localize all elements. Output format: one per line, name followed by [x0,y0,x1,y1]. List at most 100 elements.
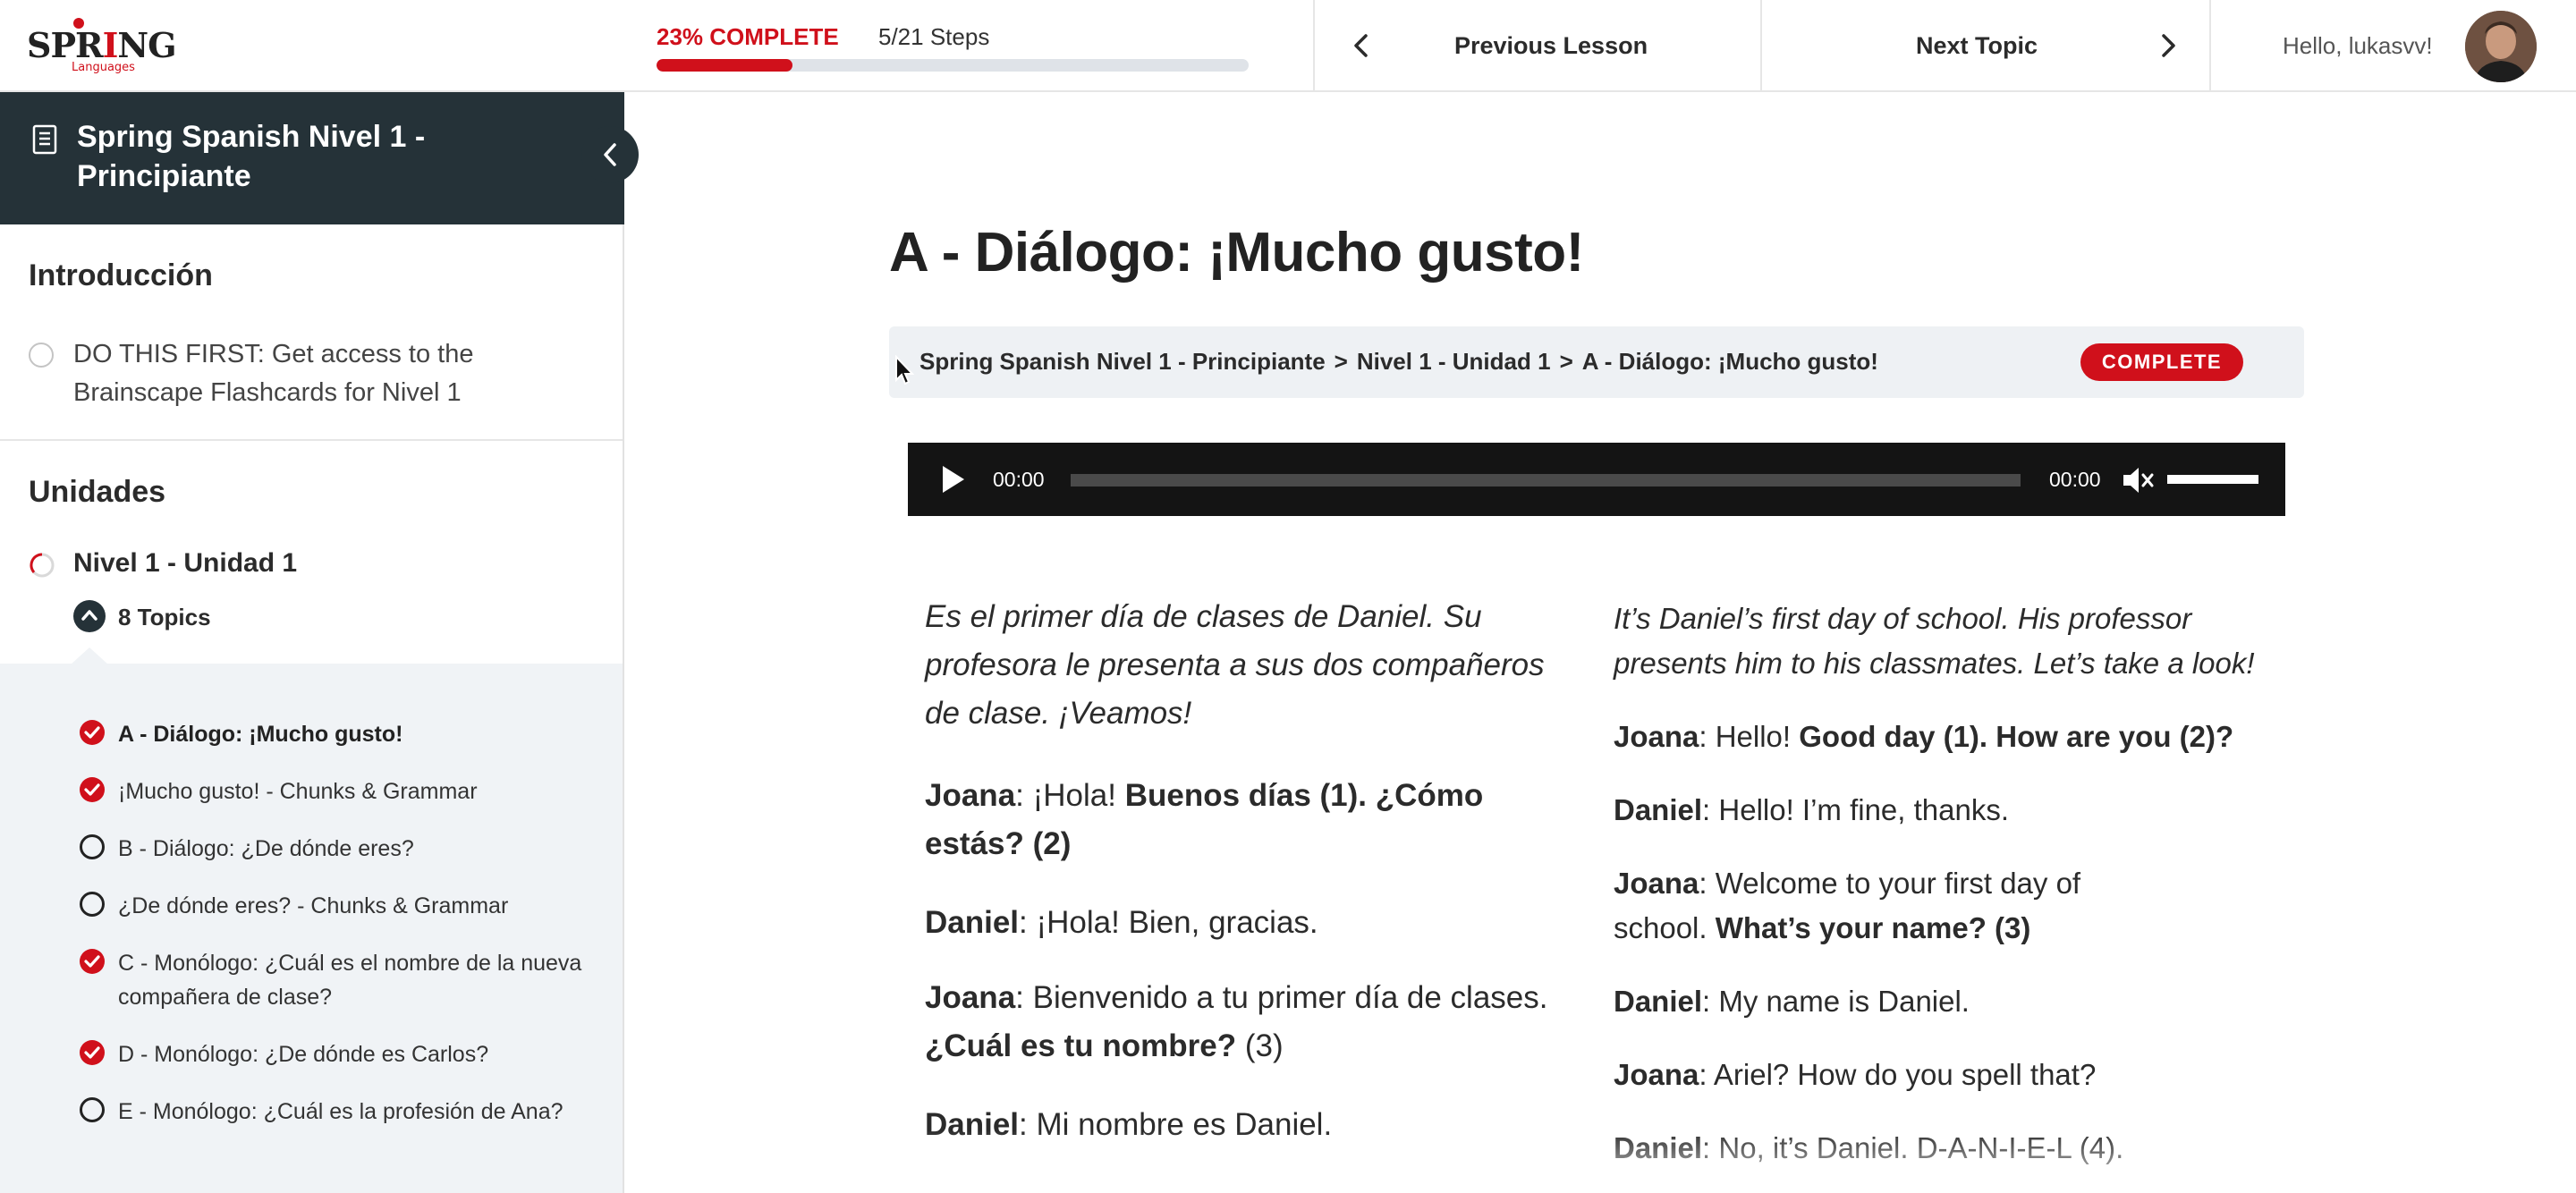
check-circle-icon [80,1040,105,1065]
line-highlight: ¿Cuál es tu nombre? [925,1028,1237,1063]
topics-count: 8 Topics [118,604,211,630]
topic-label: B - Diálogo: ¿De dónde eres? [118,836,414,861]
line-text: : ¡Hola! Bien, gracias. [1019,905,1318,940]
current-time: 00:00 [993,468,1045,491]
spring-languages-logo[interactable]: SPRING Languages [27,14,177,77]
progress-percent-label: 23% COMPLETE [657,23,839,50]
speaker-name: Daniel [925,905,1020,940]
english-line: Daniel: Hello! I’m fine, thanks. [1614,788,2009,833]
line-text: : Mi nombre es Daniel. [1019,1107,1333,1142]
top-bar: SPRING Languages 23% COMPLETE 5/21 Steps… [0,0,2576,92]
chevron-left-icon [1354,34,1368,57]
breadcrumb-bar: Spring Spanish Nivel 1 - Principiante > Ni… [889,326,2304,398]
empty-circle-icon [80,1097,105,1122]
volume-icon[interactable] [2122,465,2156,495]
line-highlight: Good day (1). How are you (2)? [1799,720,2234,753]
incomplete-circle-icon [29,343,54,368]
play-icon[interactable] [940,464,967,495]
mouse-cursor-icon [895,355,914,385]
progress-bar-fill [657,59,793,72]
duration: 00:00 [2049,468,2101,491]
next-topic-button[interactable]: Next Topic [1762,0,2211,92]
spanish-line: Daniel: Mi nombre es Daniel. [925,1101,1332,1149]
lesson-title: A - Diálogo: ¡Mucho gusto! [889,222,1584,283]
document-icon [32,124,57,155]
speaker-name: Joana [925,778,1016,813]
line-highlight: What’s your name? (3) [1715,911,2031,944]
line-text: : My name is Daniel. [1702,985,1970,1018]
breadcrumb: Spring Spanish Nivel 1 - Principiante > Ni… [919,348,1878,376]
spanish-line: Joana: ¡Hola! Buenos días (1). ¿Cómo est… [925,772,1578,868]
line-text: : No, it’s Daniel. D-A-N-I-E-L (4). [1702,1131,2124,1164]
chevron-left-icon [604,143,616,166]
breadcrumb-separator: > [1334,348,1348,375]
line-text: : Hello! I’m fine, thanks. [1702,793,2010,826]
audio-player: 00:00 00:00 [908,443,2285,516]
user-avatar[interactable] [2465,11,2537,82]
line-text: : Hello! [1699,720,1800,753]
volume-slider[interactable] [2167,475,2258,484]
english-line: Joana: Ariel? How do you spell that? [1614,1053,2096,1097]
topics-panel-notch [70,647,109,665]
lesson-content: A - Diálogo: ¡Mucho gusto! Spring Spanis… [626,92,2576,1193]
english-intro: It’s Daniel’s first day of school. His p… [1614,602,2255,680]
empty-circle-icon [80,892,105,917]
line-text: : Bienvenido a tu primer día de clases. [1015,980,1548,1015]
speaker-name: Joana [925,980,1016,1015]
logo-wordmark: SPRING [27,25,177,65]
speaker-name: Joana [1614,1058,1699,1091]
line-text: : Ariel? How do you spell that? [1699,1058,2097,1091]
logo-text-post: NG [117,25,176,65]
topic-label: E - Monólogo: ¿Cuál es la profesión de A… [118,1099,564,1124]
speaker-name: Joana [1614,867,1699,900]
spanish-intro: Es el primer día de clases de Daniel. Su… [925,599,1545,731]
english-line: Joana: Welcome to your first day of scho… [1614,861,2114,951]
breadcrumb-separator: > [1559,348,1573,375]
spanish-line: Daniel: ¡Hola! Bien, gracias. [925,899,1318,947]
english-line: Daniel: No, it’s Daniel. D-A-N-I-E-L (4)… [1614,1126,2123,1171]
empty-circle-icon [80,834,105,859]
logo-text-i: I [102,25,119,65]
logo-text-pre: SPR [27,25,104,65]
spanish-line: Joana: Bienvenido a tu primer día de cla… [925,974,1578,1070]
course-header: Spring Spanish Nivel 1 - Principiante [0,92,624,224]
next-topic-label: Next Topic [1916,32,2038,59]
logo-subtext: Languages [72,61,135,74]
line-text: (3) [1236,1028,1284,1063]
progress-steps-label: 5/21 Steps [878,23,990,50]
topic-label: ¡Mucho gusto! - Chunks & Grammar [118,779,478,804]
topic-label: A - Diálogo: ¡Mucho gusto! [118,722,403,747]
line-text: : ¡Hola! [1015,778,1125,813]
speaker-name: Daniel [925,1107,1020,1142]
speaker-name: Joana [1614,720,1699,753]
seek-bar[interactable] [1071,474,2021,487]
breadcrumb-topic[interactable]: A - Diálogo: ¡Mucho gusto! [1582,348,1878,375]
topic-label: D - Monólogo: ¿De dónde es Carlos? [118,1042,489,1067]
intro-section-heading: Introducción [29,258,213,292]
chevron-up-icon [73,600,106,632]
check-circle-icon [80,720,105,745]
english-line: Daniel: My name is Daniel. [1614,979,1970,1024]
previous-lesson-button[interactable]: Previous Lesson [1313,0,1762,92]
course-title[interactable]: Spring Spanish Nivel 1 - Principiante [77,117,542,196]
speaker-name: Daniel [1614,985,1703,1018]
previous-lesson-label: Previous Lesson [1454,32,1648,59]
speaker-name: Daniel [1614,793,1703,826]
section-divider [0,439,623,441]
speaker-name: Daniel [1614,1131,1703,1164]
avatar-image [2465,11,2537,82]
topic-label: ¿De dónde eres? - Chunks & Grammar [118,893,509,918]
lesson-label: Nivel 1 - Unidad 1 [73,548,298,578]
progress-ring-icon [30,553,55,578]
check-circle-icon [80,777,105,802]
breadcrumb-lesson[interactable]: Nivel 1 - Unidad 1 [1357,348,1551,375]
progress-bar [657,59,1249,72]
english-line: Joana: Hello! Good day (1). How are you … [1614,715,2233,759]
intro-lesson-label: DO THIS FIRST: Get access to the Brainsc… [73,340,474,407]
topic-label: C - Monólogo: ¿Cuál es el nombre de la n… [118,951,582,1010]
check-circle-icon [80,949,105,974]
units-section-heading: Unidades [29,475,166,509]
chevron-right-icon [2162,34,2175,57]
breadcrumb-course[interactable]: Spring Spanish Nivel 1 - Principiante [919,348,1326,375]
user-greeting: Hello, lukasvv! [2283,32,2433,59]
